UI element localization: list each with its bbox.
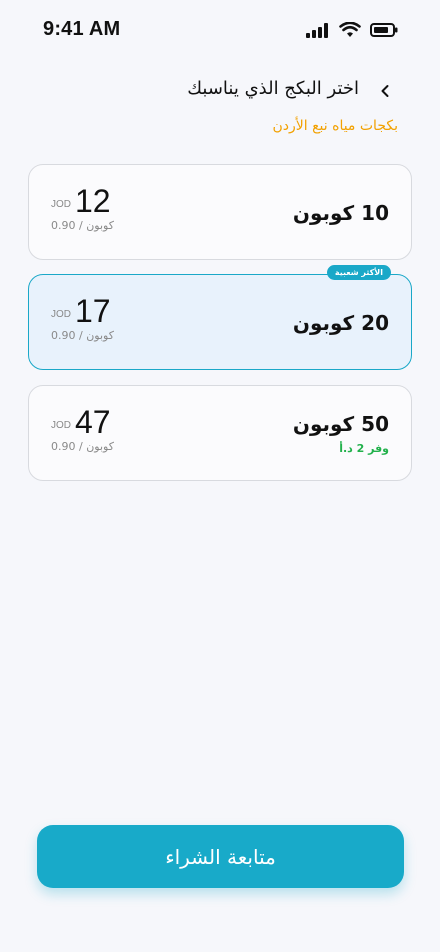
package-card-10[interactable]: 10 كوبون 12 JOD 0.90 / كوبون bbox=[28, 164, 412, 260]
status-icons bbox=[306, 22, 398, 38]
package-card-20[interactable]: الأكثر شعبية 20 كوبون 17 JOD 0.90 / كوبو… bbox=[28, 265, 412, 370]
package-quantity: 10 كوبون bbox=[292, 201, 389, 225]
package-currency: JOD bbox=[51, 199, 71, 210]
page-title: اختر البكج الذي يناسبك bbox=[187, 78, 359, 99]
back-button[interactable] bbox=[372, 78, 398, 104]
package-price: 17 bbox=[75, 293, 111, 329]
wifi-icon bbox=[339, 22, 361, 37]
package-quantity: 20 كوبون bbox=[292, 311, 389, 335]
header: اختر البكج الذي يناسبك bbox=[0, 76, 440, 106]
package-unit-price: 0.90 / كوبون bbox=[51, 219, 114, 232]
package-unit-price: 0.90 / كوبون bbox=[51, 329, 114, 342]
status-bar: 9:41 AM bbox=[0, 0, 440, 60]
status-time: 9:41 AM bbox=[43, 18, 121, 40]
package-price: 47 bbox=[75, 404, 111, 440]
package-unit-price: 0.90 / كوبون bbox=[51, 440, 114, 453]
battery-icon bbox=[370, 23, 398, 37]
popular-badge: الأكثر شعبية bbox=[326, 265, 391, 280]
continue-purchase-button[interactable]: متابعة الشراء bbox=[37, 825, 404, 888]
cellular-signal-icon bbox=[306, 22, 328, 38]
chevron-left-icon bbox=[381, 85, 389, 97]
package-quantity: 50 كوبون bbox=[292, 412, 389, 436]
package-price: 12 bbox=[75, 183, 111, 219]
page-subtitle: بكجات مياه نبع الأردن bbox=[272, 118, 398, 134]
package-card-50[interactable]: 50 كوبون وفر 2 د.أ 47 JOD 0.90 / كوبون bbox=[28, 385, 412, 481]
package-savings: وفر 2 د.أ bbox=[339, 442, 389, 455]
package-currency: JOD bbox=[51, 420, 71, 431]
package-currency: JOD bbox=[51, 309, 71, 320]
